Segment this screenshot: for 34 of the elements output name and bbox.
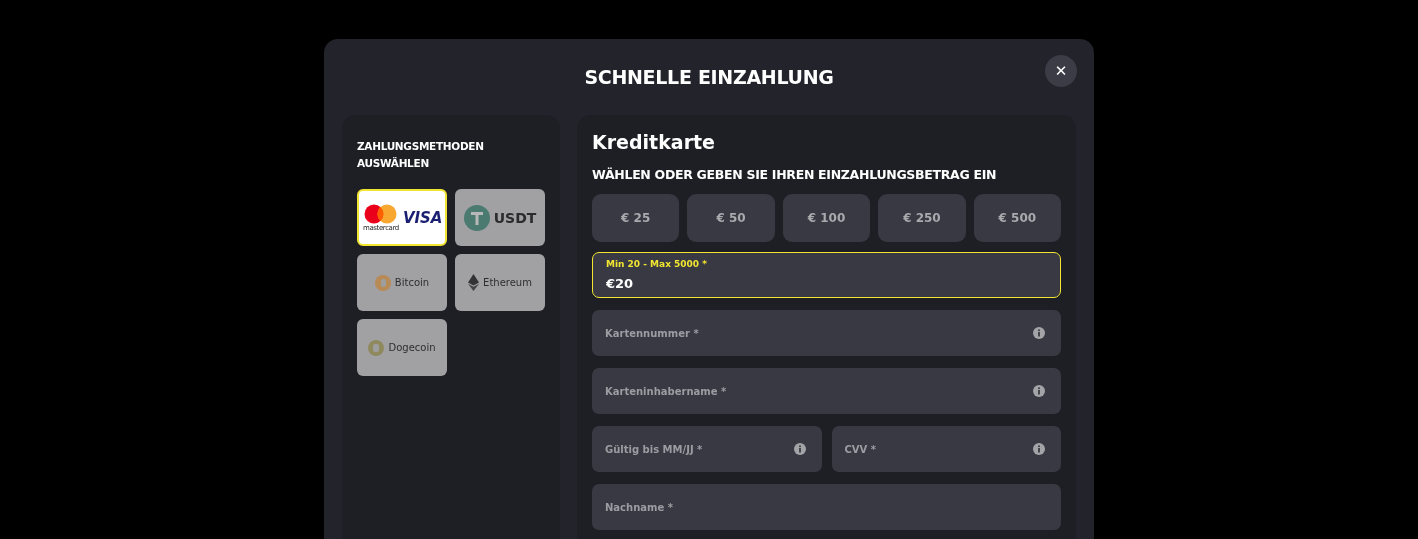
amount-button[interactable]: € 25: [592, 194, 680, 242]
field-label: Min 20 - Max 5000 *: [606, 259, 707, 269]
input-field[interactable]: Nachname *: [592, 484, 1061, 530]
amount-button[interactable]: € 500: [973, 194, 1062, 242]
mastercard-circles-icon: [363, 203, 398, 224]
input-field[interactable]: Kartennummer *: [592, 310, 1061, 356]
info-icon: [1033, 327, 1045, 339]
info-icon: [1033, 443, 1045, 455]
section-heading: ZAHLUNGSMETHODEN AUSWÄHLEN: [357, 139, 485, 171]
method-label: Dogecoin: [388, 342, 436, 353]
card-brand-label: VISA: [402, 208, 443, 227]
method-label: Ethereum: [483, 277, 532, 288]
coin-icon: [374, 274, 391, 291]
close-button[interactable]: ✕: [1045, 55, 1077, 87]
info-icon: [793, 443, 806, 455]
diamond-icon: [468, 274, 480, 291]
amount-button[interactable]: € 50: [687, 194, 775, 242]
coin-icon: [368, 339, 385, 356]
form-title: Kreditkarte: [592, 131, 716, 153]
payment-method-tile[interactable]: Bitcoin: [357, 254, 447, 311]
info-icon: [1033, 385, 1045, 397]
input-field[interactable]: Gültig bis MM/JJ *: [592, 426, 822, 472]
input-field[interactable]: CVV *: [831, 426, 1061, 472]
dialog-title: SCHNELLE EINZAHLUNG: [584, 66, 834, 88]
coin-icon: [463, 204, 490, 231]
payment-method-tile[interactable]: Dogecoin: [357, 319, 447, 376]
method-label: Bitcoin: [394, 277, 430, 288]
input-field[interactable]: Karteninhabername *: [592, 368, 1061, 414]
amount-button[interactable]: € 250: [878, 194, 966, 242]
section-heading: WÄHLEN ODER GEBEN SIE IHREN EINZAHLUNGSBETRAG EIN: [592, 167, 998, 182]
payment-method-tile[interactable]: Ethereum: [455, 254, 545, 311]
payment-method-tile[interactable]: USDT: [455, 189, 545, 246]
method-label: USDT: [493, 209, 537, 226]
amount-button[interactable]: € 100: [782, 194, 871, 242]
